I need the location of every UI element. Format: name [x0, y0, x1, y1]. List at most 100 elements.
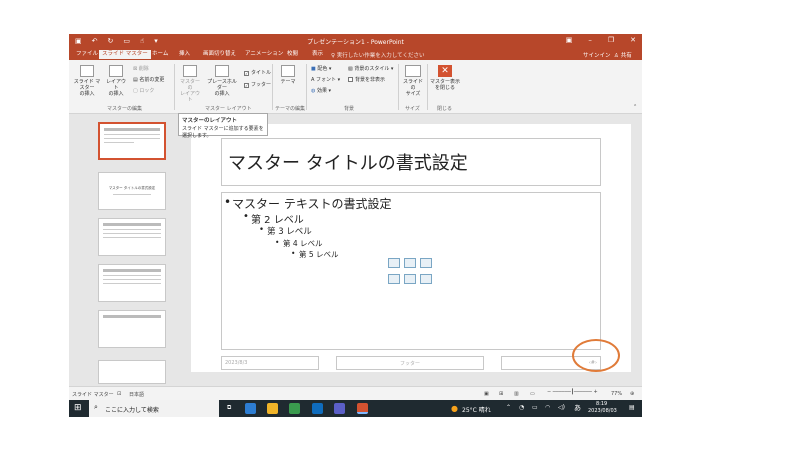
picture-icon[interactable] — [388, 274, 400, 284]
file-explorer-icon[interactable] — [267, 403, 278, 414]
ime-indicator[interactable]: あ — [574, 403, 581, 413]
document-title: プレゼンテーション1 - PowerPoint — [307, 39, 404, 46]
notification-icon[interactable]: ▤ — [629, 404, 635, 411]
tab-slide-master[interactable]: スライド マスター — [99, 50, 151, 60]
edge-icon[interactable] — [245, 403, 256, 414]
language-label: 日本語 — [129, 392, 145, 398]
footer-checkbox[interactable]: ✓ フッター — [244, 82, 271, 88]
clock-time[interactable]: 8:19 — [596, 401, 607, 407]
hide-background-checkbox[interactable]: 背景を非表示 — [348, 77, 385, 83]
zoom-level[interactable]: 77% — [611, 391, 622, 397]
thumbnail-pane: マスター タイトルの書式設定 — [69, 114, 189, 386]
tab-file[interactable]: ファイル — [73, 50, 101, 60]
theme-button[interactable]: テーマ — [277, 65, 299, 85]
master-layout-button[interactable]: マスターの レイアウト — [178, 65, 202, 103]
share-button[interactable]: ♙ 共有 — [614, 51, 632, 59]
thumbnail-layout-title-only[interactable] — [98, 310, 166, 348]
collapse-ribbon-icon[interactable]: ⌃ — [633, 104, 637, 110]
task-view-icon[interactable]: ⧉ — [227, 404, 231, 412]
body-placeholder[interactable]: マスター テキストの書式設定 第 2 レベル 第 3 レベル 第 4 レベル 第… — [221, 192, 601, 350]
preserve-button[interactable]: ▢ ロック — [133, 88, 154, 94]
tray-chevron-icon[interactable]: ⌃ — [506, 404, 511, 411]
online-picture-icon[interactable] — [404, 274, 416, 284]
accessibility-icon[interactable]: ⊡ — [117, 391, 121, 397]
slide-size-icon — [405, 65, 421, 77]
tab-review[interactable]: 校閲 — [284, 50, 301, 60]
minimize-button[interactable]: – — [588, 36, 592, 44]
video-icon[interactable] — [420, 274, 432, 284]
ribbon: スライド マスター の挿入 レイアウト の挿入 ⊠ 削除 ▤ 名前の変更 ▢ ロ… — [69, 60, 642, 114]
volume-icon[interactable]: ◁) — [558, 404, 565, 411]
checkbox-icon — [348, 77, 353, 82]
check-icon: ✓ — [244, 83, 249, 88]
thumbnail-layout-title[interactable]: マスター タイトルの書式設定 — [98, 172, 166, 210]
effects-button[interactable]: ◍ 効果 ▾ — [311, 88, 331, 94]
date-placeholder[interactable]: 2023/8/3 — [221, 356, 319, 370]
close-master-view-button[interactable]: ✕ マスター表示 を閉じる — [430, 65, 460, 91]
table-icon[interactable] — [388, 258, 400, 268]
weather-text[interactable]: 25°C 晴れ — [462, 405, 491, 414]
powerpoint-taskbar-icon[interactable] — [357, 403, 368, 414]
insert-slide-master-button[interactable]: スライド マスター の挿入 — [72, 65, 102, 97]
thumbnail-layout-two-content[interactable] — [98, 264, 166, 302]
close-button[interactable]: ✕ — [630, 36, 636, 44]
rename-button[interactable]: ▤ 名前の変更 — [133, 77, 164, 83]
slideshow-icon[interactable]: ▭ — [530, 391, 535, 397]
slide-sorter-icon[interactable]: ⊞ — [499, 391, 503, 397]
slide-title: マスター タイトルの書式設定 — [228, 153, 468, 174]
group-edit-theme: テーマの編集 — [275, 106, 306, 112]
theme-icon — [281, 65, 295, 77]
colors-button[interactable]: ■ 配色 ▾ — [311, 66, 331, 72]
background-styles-button[interactable]: ▧ 背景のスタイル ▾ — [348, 66, 393, 72]
tab-insert[interactable]: 挿入 — [176, 50, 193, 60]
maximize-button[interactable]: ❐ — [608, 36, 614, 44]
clock-date[interactable]: 2023/08/03 — [588, 408, 617, 414]
windows-start-icon[interactable]: ⊞ — [74, 403, 82, 413]
chart-icon[interactable] — [404, 258, 416, 268]
fit-to-window-icon[interactable]: ⊕ — [630, 391, 634, 397]
person-icon: ♙ — [614, 53, 621, 59]
slide-size-button[interactable]: スライドの サイズ — [401, 65, 425, 97]
battery-icon[interactable]: ▭ — [532, 404, 538, 411]
tab-home[interactable]: ホーム — [149, 50, 171, 60]
powerpoint-window: ▣ ↶ ↻ ▭ ☝ ▾ プレゼンテーション1 - PowerPoint ▣ – … — [69, 34, 642, 417]
wifi-icon[interactable]: ◠ — [545, 404, 550, 411]
highlight-circle — [572, 339, 620, 372]
normal-view-icon[interactable]: ▣ — [484, 391, 489, 397]
mail-icon[interactable] — [312, 403, 323, 414]
teams-icon[interactable] — [334, 403, 345, 414]
slide-canvas: マスター タイトルの書式設定 マスター テキストの書式設定 第 2 レベル 第 … — [191, 124, 631, 372]
group-size: サイズ — [405, 106, 420, 112]
store-icon[interactable] — [289, 403, 300, 414]
taskbar-search[interactable]: ⌕ ここに入力して検索 — [89, 400, 219, 417]
insert-placeholder-button[interactable]: プレースホルダー の挿入 — [205, 65, 239, 97]
fonts-button[interactable]: A フォント ▾ — [311, 77, 340, 83]
bullet-level-2: 第 2 レベル — [243, 211, 304, 226]
thumbnail-layout-blank[interactable] — [98, 360, 166, 384]
tab-animations[interactable]: アニメーション — [242, 50, 286, 60]
separator — [398, 64, 399, 110]
delete-button[interactable]: ⊠ 削除 — [133, 66, 149, 72]
tab-transitions[interactable]: 画面切り替え — [200, 50, 239, 60]
title-placeholder[interactable]: マスター タイトルの書式設定 — [221, 138, 601, 186]
tell-me-search[interactable]: ♀ 実行したい作業を入力してください — [331, 51, 424, 59]
group-close: 閉じる — [437, 106, 453, 112]
title-checkbox[interactable]: ✓ タイトル — [244, 70, 271, 76]
smartart-icon[interactable] — [420, 258, 432, 268]
ribbon-display-icon[interactable]: ▣ — [566, 36, 573, 44]
group-master-layout: マスター レイアウト — [205, 106, 252, 112]
tab-view[interactable]: 表示 — [309, 50, 326, 60]
network-icon[interactable]: ◔ — [519, 404, 524, 411]
master-layout-icon — [183, 65, 197, 77]
thumbnail-layout-content[interactable] — [98, 218, 166, 256]
zoom-slider[interactable]: − ──────┃────── + — [547, 389, 598, 395]
close-master-icon: ✕ — [438, 65, 452, 77]
content-insert-icons — [388, 258, 436, 288]
insert-layout-button[interactable]: レイアウト の挿入 — [104, 65, 128, 97]
footer-placeholder[interactable]: フッター — [336, 356, 484, 370]
reading-view-icon[interactable]: ▥ — [514, 391, 519, 397]
separator — [427, 64, 428, 110]
title-bar: ▣ ↶ ↻ ▭ ☝ ▾ プレゼンテーション1 - PowerPoint ▣ – … — [69, 34, 642, 48]
thumbnail-master[interactable] — [98, 122, 166, 160]
signin-link[interactable]: サインイン — [583, 51, 611, 59]
